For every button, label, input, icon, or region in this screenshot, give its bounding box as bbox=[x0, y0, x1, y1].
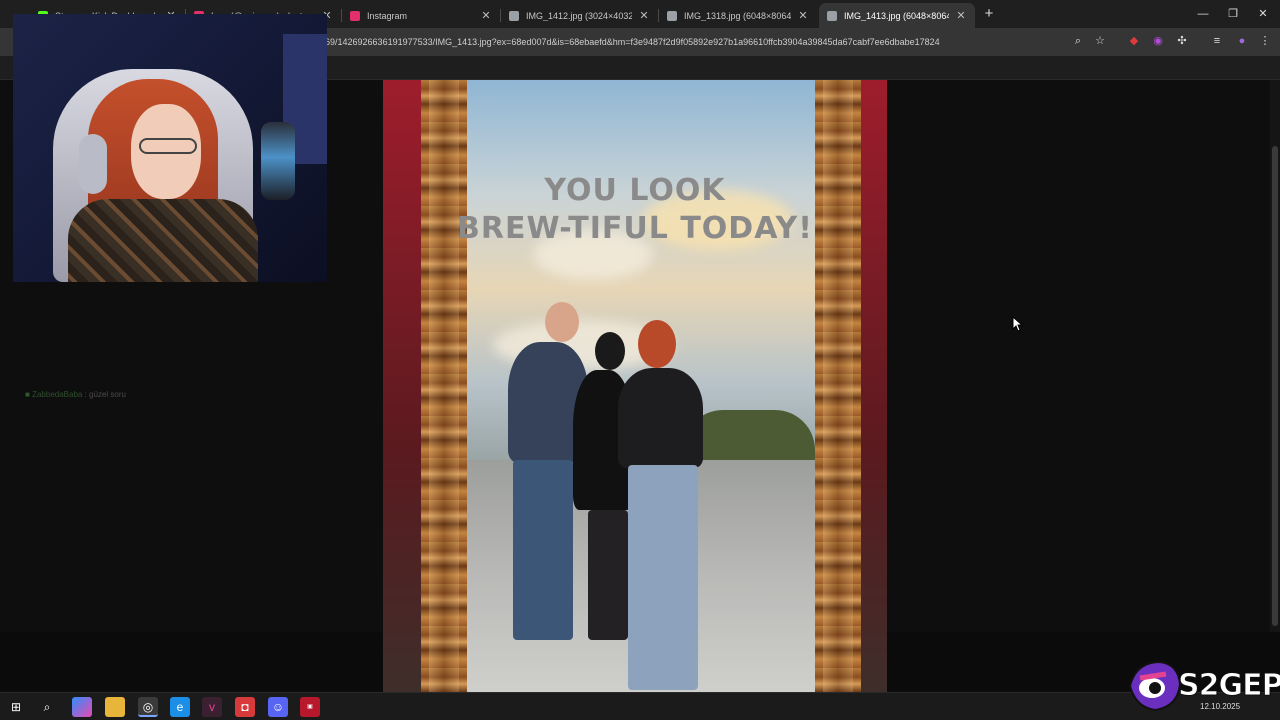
chat-badge-icon: ■ bbox=[25, 390, 30, 399]
displayed-photo: YOU LOOK BREW-TIFUL TODAY! bbox=[383, 80, 887, 693]
profile-avatar-icon[interactable]: ● bbox=[1234, 33, 1250, 49]
menu-kebab-icon[interactable]: ⋮ bbox=[1257, 33, 1273, 49]
close-tab-icon[interactable]: ✕ bbox=[797, 9, 809, 22]
tab-title: Instagram bbox=[367, 10, 408, 21]
image-icon bbox=[827, 10, 837, 21]
search-icon[interactable]: ⌕ bbox=[37, 697, 57, 717]
minimize-button[interactable]: — bbox=[1192, 5, 1214, 23]
edge-icon[interactable]: e bbox=[170, 697, 190, 717]
photo-person-head bbox=[595, 332, 625, 370]
webcam-headphones bbox=[79, 134, 107, 194]
close-window-button[interactable]: ✕ bbox=[1252, 5, 1274, 23]
file-explorer-icon[interactable] bbox=[105, 697, 125, 717]
discord-icon[interactable]: ☺ bbox=[268, 697, 288, 717]
copilot-icon[interactable] bbox=[72, 697, 92, 717]
chrome-icon[interactable]: ◎ bbox=[138, 697, 158, 717]
photo-person-jeans bbox=[513, 460, 573, 640]
extension-red-icon[interactable]: ◆ bbox=[1126, 33, 1142, 49]
media-control-icon[interactable]: ≡ bbox=[1209, 33, 1225, 49]
chat-message: ■ ZabbedaBaba : güzel soru bbox=[25, 390, 126, 399]
app-sticker-icon[interactable]: ▣ bbox=[300, 697, 320, 717]
tab-title: IMG_1413.jpg (6048×8064) bbox=[844, 10, 949, 21]
scrollbar-thumb[interactable] bbox=[1272, 146, 1278, 626]
zoom-icon[interactable]: ⌕ bbox=[1070, 33, 1086, 49]
chat-text: güzel soru bbox=[89, 390, 126, 399]
photo-sign-text: YOU LOOK BREW-TIFUL TODAY! bbox=[383, 172, 887, 248]
webcam-microphone bbox=[261, 122, 295, 200]
tab-title: IMG_1412.jpg (3024×4032) bbox=[526, 10, 632, 21]
tab-img-1413[interactable]: IMG_1413.jpg (6048×8064) ✕ bbox=[819, 3, 975, 28]
restore-button[interactable]: ❐ bbox=[1222, 5, 1244, 23]
chat-username: ZabbedaBaba bbox=[32, 390, 83, 399]
photo-person-head bbox=[638, 320, 676, 368]
windows-start-icon[interactable]: ⊞ bbox=[6, 697, 26, 717]
app-v-icon[interactable]: v bbox=[202, 697, 222, 717]
mouse-cursor-icon bbox=[1012, 316, 1024, 332]
image-icon bbox=[667, 10, 677, 21]
chat-separator: : bbox=[84, 390, 87, 399]
new-tab-button[interactable]: + bbox=[980, 5, 998, 23]
close-tab-icon[interactable]: ✕ bbox=[955, 9, 967, 22]
tab-img-1412[interactable]: IMG_1412.jpg (3024×4032) ✕ bbox=[501, 3, 658, 28]
extensions-puzzle-icon[interactable]: ✣ bbox=[1174, 33, 1190, 49]
webcam-plaid-shirt bbox=[68, 199, 258, 282]
instagram-icon bbox=[350, 10, 360, 21]
photo-person-legs bbox=[588, 510, 628, 640]
photo-sign-line-1: YOU LOOK bbox=[544, 173, 726, 208]
tab-img-1318[interactable]: IMG_1318.jpg (6048×8064) ✕ bbox=[659, 3, 817, 28]
close-tab-icon[interactable]: ✕ bbox=[480, 9, 492, 22]
bookmark-star-icon[interactable]: ☆ bbox=[1092, 33, 1108, 49]
photo-sign-line-2: BREW-TIFUL TODAY! bbox=[457, 211, 813, 246]
streamer-logo-text: S2GEPIN bbox=[1178, 668, 1280, 704]
photo-person-jeans bbox=[628, 465, 698, 690]
tab-title: IMG_1318.jpg (6048×8064) bbox=[684, 10, 791, 21]
address-bar[interactable]: 969/1426926636191977533/IMG_1413.jpg?ex=… bbox=[320, 33, 1120, 51]
windows-taskbar bbox=[0, 692, 1280, 720]
webcam-glasses bbox=[139, 138, 197, 154]
photo-person-head bbox=[545, 302, 579, 342]
photo-person-jacket bbox=[618, 368, 703, 468]
webcam-overlay bbox=[13, 14, 327, 282]
extension-purple-icon[interactable]: ◉ bbox=[1150, 33, 1166, 49]
app-red-icon[interactable]: ◘ bbox=[235, 697, 255, 717]
tab-instagram[interactable]: Instagram ✕ bbox=[342, 3, 500, 28]
image-icon bbox=[509, 10, 519, 21]
close-tab-icon[interactable]: ✕ bbox=[638, 9, 650, 22]
